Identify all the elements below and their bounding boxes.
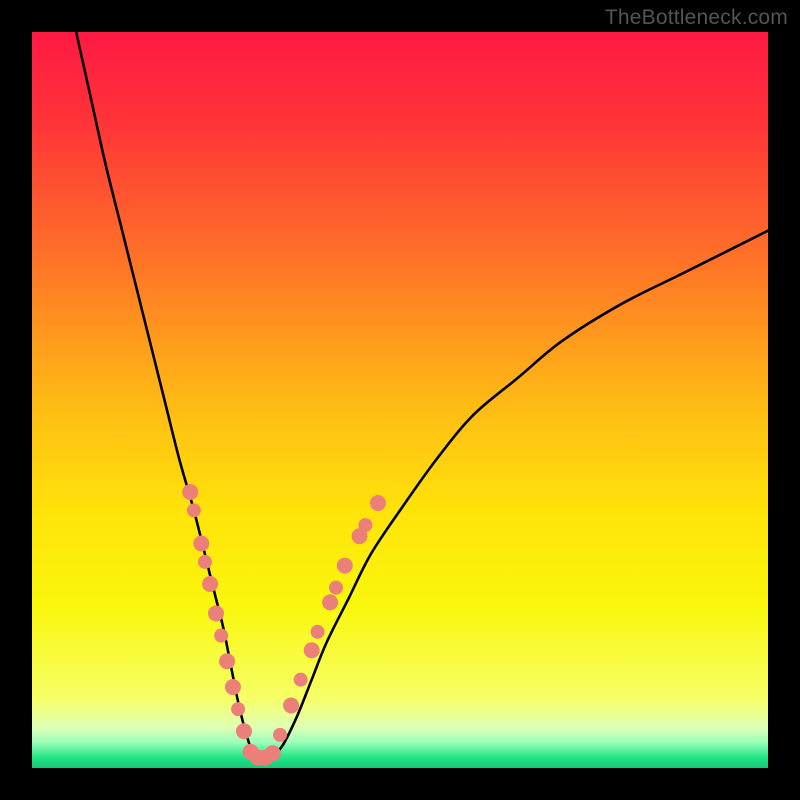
data-marker	[182, 484, 198, 500]
data-marker	[202, 576, 218, 592]
data-marker	[208, 605, 224, 621]
data-marker	[294, 673, 308, 687]
data-marker	[283, 697, 299, 713]
data-marker	[225, 679, 241, 695]
data-marker	[370, 495, 386, 511]
data-marker	[231, 702, 245, 716]
data-marker	[311, 625, 325, 639]
plot-area	[32, 32, 768, 768]
curve-layer	[32, 32, 768, 768]
data-marker	[304, 642, 320, 658]
data-marker	[236, 723, 252, 739]
outer-frame: TheBottleneck.com	[0, 0, 800, 800]
data-marker	[198, 555, 212, 569]
data-marker	[193, 536, 209, 552]
data-marker	[273, 728, 287, 742]
data-marker	[329, 581, 343, 595]
data-marker	[358, 518, 372, 532]
watermark-text: TheBottleneck.com	[605, 6, 788, 30]
data-marker	[214, 629, 228, 643]
data-marker	[322, 594, 338, 610]
data-marker	[265, 745, 281, 761]
data-marker	[219, 653, 235, 669]
bottleneck-curve	[76, 32, 768, 762]
data-marker	[187, 503, 201, 517]
data-marker	[337, 558, 353, 574]
data-markers	[182, 484, 386, 766]
